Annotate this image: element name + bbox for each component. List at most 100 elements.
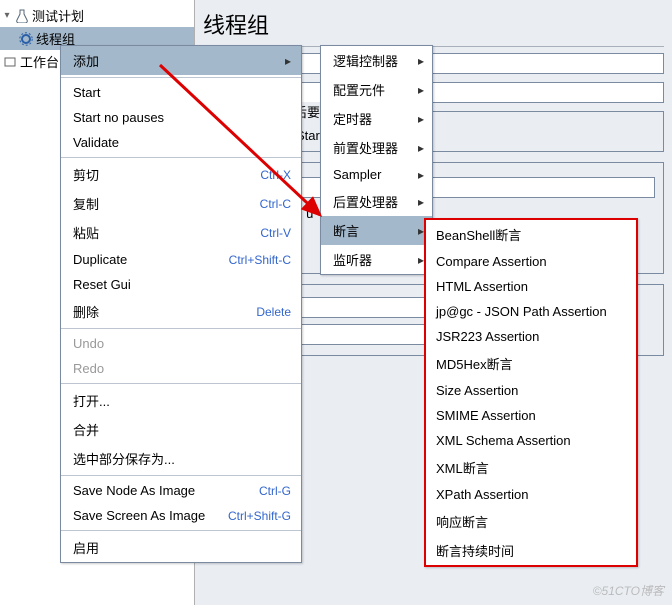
menu-item[interactable]: 监听器▸: [321, 245, 432, 274]
menu-item[interactable]: 合并: [61, 415, 301, 444]
menu-item-label: 选中部分保存为...: [73, 449, 175, 468]
menu-item[interactable]: XML Schema Assertion: [426, 428, 636, 453]
menu-item-label: Undo: [73, 336, 104, 351]
menu-item-label: Redo: [73, 361, 104, 376]
menu-item-label: 后置处理器: [333, 192, 398, 211]
menu-item[interactable]: 启用: [61, 533, 301, 562]
loop-input[interactable]: [244, 177, 655, 198]
menu-shortcut: Delete: [256, 305, 291, 319]
menu-shortcut: Ctrl-G: [259, 484, 291, 498]
menu-item[interactable]: 断言▸: [321, 216, 432, 245]
menu-item-label: Validate: [73, 135, 119, 150]
menu-item[interactable]: Compare Assertion: [426, 249, 636, 274]
menu-item[interactable]: BeanShell断言: [426, 220, 636, 249]
menu-item-label: XML断言: [436, 458, 489, 477]
menu-item[interactable]: jp@gc - JSON Path Assertion: [426, 299, 636, 324]
menu-shortcut: Ctrl-C: [260, 197, 291, 211]
menu-item-label: XML Schema Assertion: [436, 433, 571, 448]
menu-separator: [61, 157, 301, 158]
menu-item-label: 复制: [73, 194, 99, 213]
menu-item[interactable]: HTML Assertion: [426, 274, 636, 299]
menu-item[interactable]: Reset Gui: [61, 272, 301, 297]
menu-item[interactable]: 剪切Ctrl-X: [61, 160, 301, 189]
menu-item: Redo: [61, 356, 301, 381]
menu-item-label: Duplicate: [73, 252, 127, 267]
menu-item-label: Size Assertion: [436, 383, 518, 398]
menu-item-label: jp@gc - JSON Path Assertion: [436, 304, 607, 319]
context-menu: 添加▸StartStart no pausesValidate剪切Ctrl-X复…: [60, 45, 302, 563]
menu-shortcut: Ctrl-V: [260, 226, 291, 240]
menu-item[interactable]: 定时器▸: [321, 104, 432, 133]
menu-item[interactable]: Start: [61, 80, 301, 105]
menu-item-label: 监听器: [333, 250, 372, 269]
submenu-arrow-icon: ▸: [418, 54, 424, 68]
comment-input[interactable]: [249, 82, 664, 103]
menu-item-label: Sampler: [333, 167, 381, 182]
menu-item[interactable]: 前置处理器▸: [321, 133, 432, 162]
menu-shortcut: Ctrl+Shift-C: [229, 253, 291, 267]
collapse-icon[interactable]: ▾: [2, 10, 12, 21]
menu-item-label: 配置元件: [333, 80, 385, 99]
menu-item-label: SMIME Assertion: [436, 408, 536, 423]
menu-item[interactable]: Save Node As Image Ctrl-G: [61, 478, 301, 503]
menu-item-label: 合并: [73, 420, 99, 439]
menu-item[interactable]: 打开...: [61, 386, 301, 415]
menu-item[interactable]: XPath Assertion: [426, 482, 636, 507]
name-input[interactable]: [249, 53, 664, 74]
menu-item[interactable]: 复制 Ctrl-C: [61, 189, 301, 218]
menu-separator: [61, 383, 301, 384]
menu-item[interactable]: 断言持续时间: [426, 536, 636, 565]
menu-item-label: Reset Gui: [73, 277, 131, 292]
menu-item-label: 删除: [73, 302, 99, 321]
menu-item-label: JSR223 Assertion: [436, 329, 539, 344]
submenu-arrow-icon: ▸: [418, 195, 424, 209]
menu-item[interactable]: Sampler ▸: [321, 162, 432, 187]
menu-item[interactable]: Size Assertion: [426, 378, 636, 403]
menu-item[interactable]: 选中部分保存为...: [61, 444, 301, 473]
page-title: 线程组: [203, 8, 664, 40]
menu-separator: [61, 530, 301, 531]
menu-item[interactable]: SMIME Assertion: [426, 403, 636, 428]
menu-item-label: MD5Hex断言: [436, 354, 513, 373]
menu-item-label: 前置处理器: [333, 138, 398, 157]
menu-item-label: 打开...: [73, 391, 110, 410]
menu-item-label: BeanShell断言: [436, 225, 521, 244]
menu-separator: [61, 475, 301, 476]
menu-item-label: HTML Assertion: [436, 279, 528, 294]
menu-item[interactable]: Save Screen As Image Ctrl+Shift-G: [61, 503, 301, 528]
menu-item[interactable]: 粘贴Ctrl-V: [61, 218, 301, 247]
menu-item-label: Save Screen As Image: [73, 508, 205, 523]
menu-item[interactable]: Duplicate Ctrl+Shift-C: [61, 247, 301, 272]
menu-separator: [61, 328, 301, 329]
menu-item-label: 逻辑控制器: [333, 51, 398, 70]
menu-item[interactable]: 响应断言: [426, 507, 636, 536]
submenu-arrow-icon: ▸: [418, 112, 424, 126]
add-submenu: 逻辑控制器▸配置元件▸定时器▸前置处理器▸Sampler▸后置处理器▸断言▸监听…: [320, 45, 433, 275]
submenu-arrow-icon: ▸: [418, 168, 424, 182]
menu-shortcut: Ctrl-X: [260, 168, 291, 182]
menu-item[interactable]: 后置处理器 ▸: [321, 187, 432, 216]
menu-shortcut: Ctrl+Shift-G: [228, 509, 291, 523]
menu-item-label: XPath Assertion: [436, 487, 529, 502]
menu-item[interactable]: 逻辑控制器 ▸: [321, 46, 432, 75]
menu-item-label: 断言: [333, 221, 359, 240]
menu-item[interactable]: Start no pauses: [61, 105, 301, 130]
assertion-submenu: BeanShell断言 Compare Assertion HTML Asserti…: [424, 218, 638, 567]
submenu-arrow-icon: ▸: [418, 83, 424, 97]
menu-separator: [61, 77, 301, 78]
menu-item: Undo: [61, 331, 301, 356]
menu-item[interactable]: 删除 Delete: [61, 297, 301, 326]
menu-item[interactable]: Validate: [61, 130, 301, 155]
menu-item-label: Start no pauses: [73, 110, 164, 125]
menu-item[interactable]: JSR223 Assertion: [426, 324, 636, 349]
watermark: ©51CTO博客: [593, 582, 664, 599]
menu-item[interactable]: MD5Hex断言: [426, 349, 636, 378]
menu-item-label: 添加: [73, 51, 99, 70]
menu-item-label: Start: [73, 85, 100, 100]
gear-icon: [18, 31, 34, 47]
menu-item[interactable]: XML断言: [426, 453, 636, 482]
menu-item-label: Save Node As Image: [73, 483, 195, 498]
tree-root[interactable]: ▾ 测试计划: [0, 4, 194, 27]
menu-item[interactable]: 添加▸: [61, 46, 301, 75]
menu-item[interactable]: 配置元件 ▸: [321, 75, 432, 104]
